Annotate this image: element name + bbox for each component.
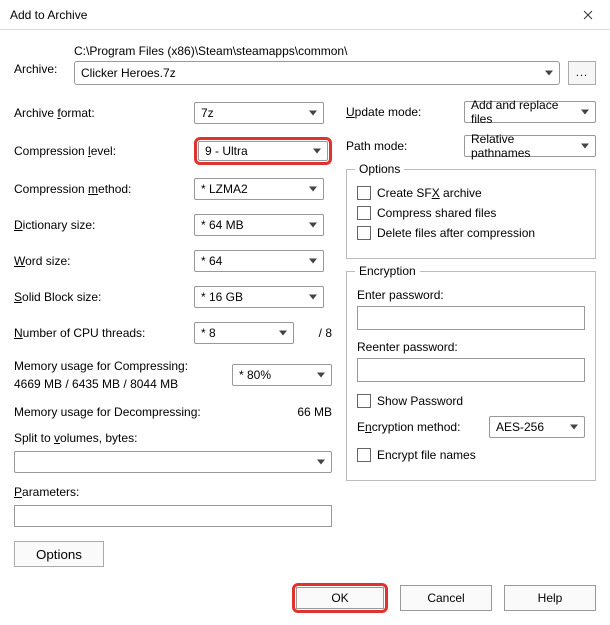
archive-path: C:\Program Files (x86)\Steam\steamapps\c… [74, 44, 596, 61]
browse-button[interactable]: ... [568, 61, 596, 85]
encryption-group: Encryption Enter password: Reenter passw… [346, 271, 596, 481]
cpu-threads-combo[interactable]: * 8 [194, 322, 294, 344]
parameters-input[interactable] [14, 505, 332, 527]
options-button[interactable]: Options [14, 541, 104, 567]
archive-format-combo[interactable]: 7z [194, 102, 324, 124]
encrypt-filenames-checkbox[interactable] [357, 448, 371, 462]
chevron-down-icon [545, 71, 553, 76]
mem-compress-label: Memory usage for Compressing: [14, 357, 188, 375]
cancel-button[interactable]: Cancel [400, 585, 492, 611]
archive-filename-combo[interactable]: Clicker Heroes.7z [74, 61, 560, 85]
archive-format-label: Archive format: [14, 106, 194, 120]
enter-password-label: Enter password: [357, 288, 585, 302]
chevron-down-icon [313, 149, 321, 154]
dictionary-size-label: Dictionary size: [14, 218, 194, 232]
window-title: Add to Archive [10, 8, 87, 22]
close-button[interactable] [566, 0, 610, 30]
dictionary-size-combo[interactable]: * 64 MB [194, 214, 324, 236]
compression-level-combo[interactable]: 9 - Ultra [198, 141, 328, 161]
encryption-method-combo[interactable]: AES-256 [489, 416, 585, 438]
delete-after-checkbox[interactable] [357, 226, 371, 240]
encryption-method-label: Encryption method: [357, 420, 460, 434]
chevron-down-icon [309, 295, 317, 300]
sfx-checkbox[interactable] [357, 186, 371, 200]
mem-percent-combo[interactable]: * 80% [232, 364, 332, 386]
word-size-label: Word size: [14, 254, 194, 268]
chevron-down-icon [570, 425, 578, 430]
parameters-label: Parameters: [14, 485, 332, 499]
chevron-down-icon [317, 460, 325, 465]
archive-filename-value: Clicker Heroes.7z [81, 66, 176, 80]
archive-label: Archive: [14, 44, 74, 76]
mem-decompress-value: 66 MB [297, 405, 332, 419]
options-group: Options Create SFX archive Compress shar… [346, 169, 596, 259]
chevron-down-icon [309, 111, 317, 116]
delete-after-label: Delete files after compression [377, 226, 535, 240]
reenter-password-input[interactable] [357, 358, 585, 382]
sfx-label: Create SFX archive [377, 186, 482, 200]
options-legend: Options [355, 162, 404, 176]
split-volumes-label: Split to volumes, bytes: [14, 431, 332, 445]
compression-level-label: Compression level: [14, 144, 194, 158]
compress-shared-checkbox[interactable] [357, 206, 371, 220]
show-password-checkbox[interactable] [357, 394, 371, 408]
compression-level-highlight: 9 - Ultra [194, 137, 332, 165]
ok-button[interactable]: OK [296, 587, 384, 609]
chevron-down-icon [317, 373, 325, 378]
reenter-password-label: Reenter password: [357, 340, 585, 354]
compress-shared-label: Compress shared files [377, 206, 496, 220]
close-icon [583, 10, 593, 20]
enter-password-input[interactable] [357, 306, 585, 330]
solid-block-size-label: Solid Block size: [14, 290, 194, 304]
compression-method-combo[interactable]: * LZMA2 [194, 178, 324, 200]
titlebar: Add to Archive [0, 0, 610, 30]
update-mode-combo[interactable]: Add and replace files [464, 101, 596, 123]
solid-block-size-combo[interactable]: * 16 GB [194, 286, 324, 308]
cpu-threads-suffix: / 8 [308, 326, 332, 340]
chevron-down-icon [581, 110, 589, 115]
path-mode-label: Path mode: [346, 139, 456, 153]
encrypt-filenames-label: Encrypt file names [377, 448, 476, 462]
cpu-threads-label: Number of CPU threads: [14, 326, 194, 340]
split-volumes-combo[interactable] [14, 451, 332, 473]
chevron-down-icon [309, 259, 317, 264]
compression-method-label: Compression method: [14, 182, 194, 196]
help-button[interactable]: Help [504, 585, 596, 611]
chevron-down-icon [581, 144, 589, 149]
mem-decompress-label: Memory usage for Decompressing: [14, 405, 201, 419]
mem-compress-value: 4669 MB / 6435 MB / 8044 MB [14, 375, 188, 393]
path-mode-combo[interactable]: Relative pathnames [464, 135, 596, 157]
show-password-label: Show Password [377, 394, 463, 408]
update-mode-label: Update mode: [346, 105, 456, 119]
encryption-legend: Encryption [355, 264, 420, 278]
chevron-down-icon [309, 187, 317, 192]
chevron-down-icon [309, 223, 317, 228]
chevron-down-icon [279, 331, 287, 336]
word-size-combo[interactable]: * 64 [194, 250, 324, 272]
ok-button-highlight: OK [292, 583, 388, 613]
